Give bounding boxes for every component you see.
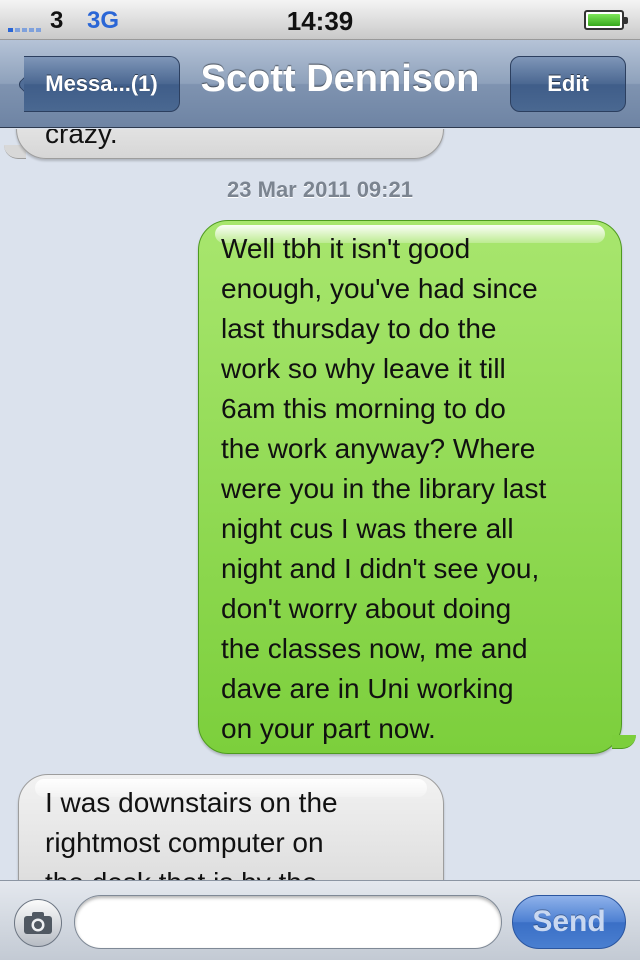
compose-bar: Send (0, 880, 640, 960)
status-time: 14:39 (286, 6, 354, 36)
received-message-bubble[interactable]: I was downstairs on the rightmost comput… (18, 774, 444, 880)
contact-name-title: Scott Dennison (200, 58, 480, 100)
edit-button-label: Edit (547, 71, 589, 96)
message-text: Well tbh it isn't good enough, you've ha… (221, 233, 547, 744)
camera-button[interactable] (14, 899, 62, 947)
send-button[interactable]: Send (512, 895, 626, 949)
send-button-label: Send (532, 905, 606, 938)
battery-icon (584, 10, 628, 30)
message-input[interactable] (74, 895, 502, 949)
status-bar: 3 3G 14:39 (0, 0, 640, 40)
bubble-tail (612, 735, 636, 749)
message-timestamp: 23 Mar 2011 09:21 (227, 177, 413, 202)
back-button[interactable]: Messa...(1) (24, 56, 180, 112)
received-message-bubble[interactable]: crazy. (16, 129, 444, 159)
message-text: I was downstairs on the rightmost comput… (45, 787, 338, 880)
navigation-bar: Messa...(1) Scott Dennison Edit (0, 40, 640, 128)
message-text: crazy. (45, 129, 118, 149)
camera-icon (24, 912, 52, 934)
sent-message-bubble[interactable]: Well tbh it isn't good enough, you've ha… (198, 220, 622, 754)
back-button-label: Messa...(1) (45, 71, 158, 96)
conversation-thread[interactable]: crazy. 23 Mar 2011 09:21 Well tbh it isn… (0, 129, 640, 880)
battery-fill (588, 14, 620, 26)
edit-button[interactable]: Edit (510, 56, 626, 112)
